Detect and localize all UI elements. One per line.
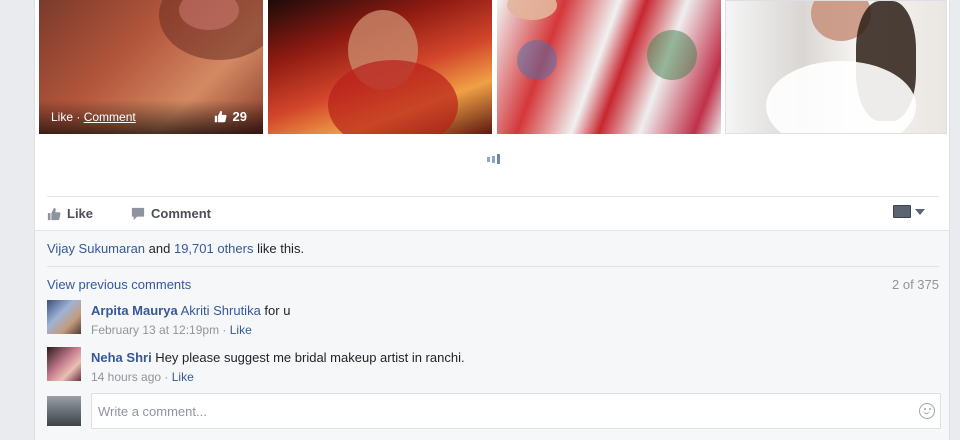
likes-connector: and <box>145 241 174 256</box>
comment-input[interactable] <box>91 393 941 429</box>
likes-suffix: like this. <box>253 241 305 256</box>
action-bar: Like Comment <box>47 196 939 230</box>
smiley-icon[interactable] <box>919 403 935 419</box>
view-previous-comments-link[interactable]: View previous comments <box>47 277 191 292</box>
comment-text: Hey please suggest me bridal makeup arti… <box>151 350 465 365</box>
divider <box>47 266 939 267</box>
audience-selector-icon <box>893 205 911 218</box>
comment-label: Comment <box>151 206 211 221</box>
photo-thumbnail[interactable] <box>497 0 721 134</box>
comment-timestamp[interactable]: February 13 at 12:19pm <box>91 323 219 337</box>
comment-author[interactable]: Neha Shri <box>91 350 152 365</box>
separator: · <box>219 323 230 337</box>
liker-name-link[interactable]: Vijay Sukumaran <box>47 241 145 256</box>
comments-section: Vijay Sukumaran and 19,701 others like t… <box>35 230 949 440</box>
photo-thumbnail[interactable] <box>725 0 947 134</box>
avatar <box>47 396 81 426</box>
chevron-down-icon <box>915 208 925 215</box>
separator: · <box>161 370 172 384</box>
others-link[interactable]: 19,701 others <box>174 241 254 256</box>
post-card: Like · Comment 29 Like Comment Vijay Suk… <box>34 0 950 440</box>
comment-like-link[interactable]: Like <box>230 323 252 337</box>
comment-text: for u <box>260 303 291 318</box>
comment-count: 2 of 375 <box>892 277 939 292</box>
audience-selector[interactable] <box>893 205 925 218</box>
avatar[interactable] <box>47 300 81 334</box>
comment-mention[interactable]: Akriti Shrutika <box>181 303 261 318</box>
speech-bubble-icon <box>131 207 145 220</box>
like-label: Like <box>67 206 94 221</box>
photo-grid: Like · Comment 29 <box>39 0 947 134</box>
comment-timestamp[interactable]: 14 hours ago <box>91 370 161 384</box>
photo-thumbnail[interactable]: Like · Comment 29 <box>39 0 263 134</box>
photo-thumbnail[interactable] <box>268 0 492 134</box>
likes-summary: Vijay Sukumaran and 19,701 others like t… <box>47 241 304 256</box>
photo-comment-link[interactable]: Comment <box>84 110 136 124</box>
comment-button[interactable]: Comment <box>131 206 211 221</box>
separator: · <box>73 110 84 124</box>
comment-author[interactable]: Arpita Maurya <box>91 303 178 318</box>
comment-composer <box>47 393 941 429</box>
thumbs-up-icon <box>47 207 61 220</box>
photo-like-count: 29 <box>214 109 247 124</box>
avatar[interactable] <box>47 347 81 381</box>
thumbs-up-icon <box>214 110 227 123</box>
photo-like-link[interactable]: Like <box>51 110 73 124</box>
loading-indicator <box>487 154 500 164</box>
like-button[interactable]: Like <box>47 206 93 221</box>
like-count-value: 29 <box>232 109 247 124</box>
comment-like-link[interactable]: Like <box>172 370 194 384</box>
